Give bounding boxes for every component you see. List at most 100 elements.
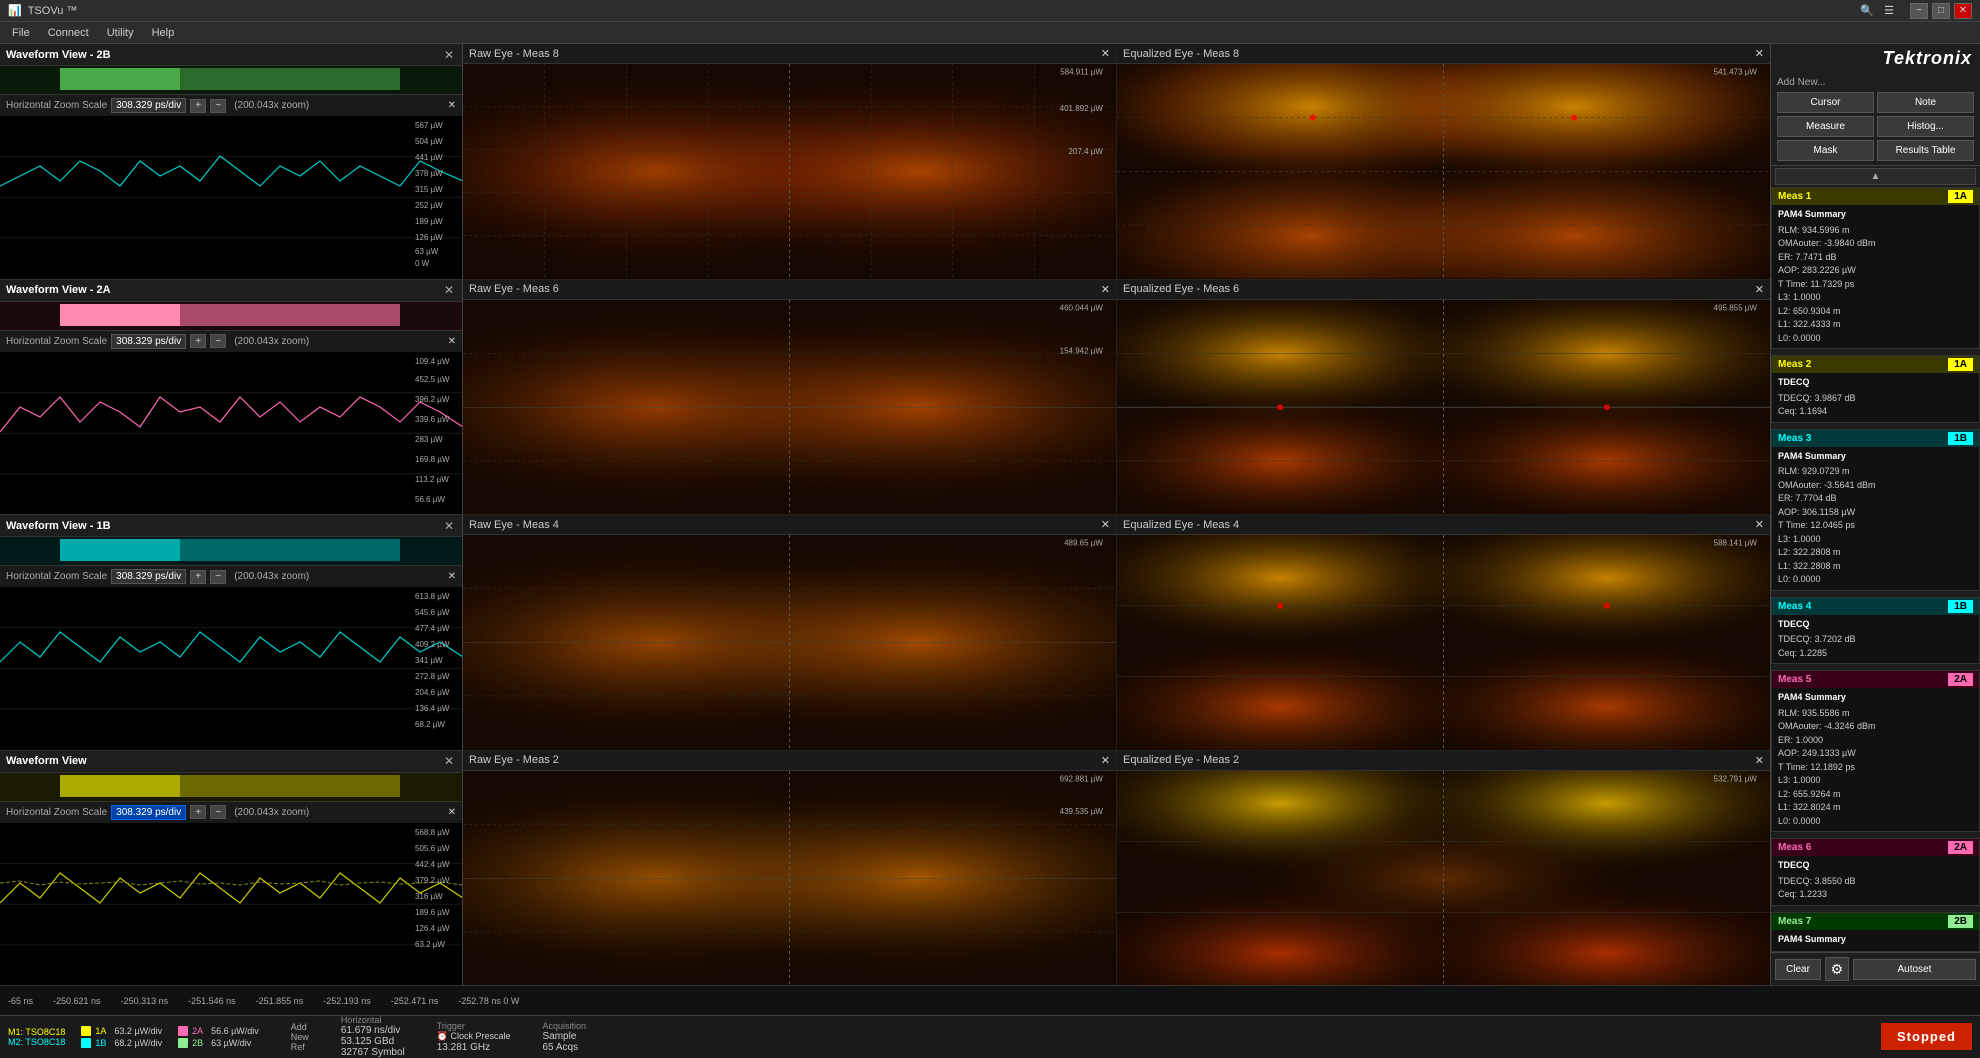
channel-1a-dot	[81, 1026, 91, 1036]
channel-2a-info: 2A 56.6 µW/div	[178, 1026, 259, 1036]
channel-1a-label: 1A	[95, 1026, 106, 1036]
meas-3-header[interactable]: Meas 3 1B	[1772, 430, 1979, 447]
meas-2-content: TDECQ TDECQ: 3.9867 dB Ceq: 1.1694	[1772, 373, 1979, 422]
add-new-ref-sub[interactable]: New	[291, 1032, 309, 1042]
histog-button[interactable]: Histog...	[1877, 116, 1974, 137]
waveform-1b-close[interactable]: ✕	[442, 519, 456, 533]
meas-1-header[interactable]: Meas 1 1A	[1772, 188, 1979, 205]
raw-eye-meas6-canvas[interactable]: 460.044 µW 154.942 µW	[463, 300, 1116, 515]
waveform-2a-main[interactable]: 109.4 µW 452.5 µW 396.2 µW 339.6 µW 283 …	[0, 352, 462, 515]
waveform-2a-zoom-value[interactable]: 308.329 ps/div	[111, 334, 186, 349]
meas-2-header[interactable]: Meas 2 1A	[1772, 356, 1979, 373]
add-new-ref-label[interactable]: Add	[291, 1022, 309, 1032]
collapse-button[interactable]: ▲	[1775, 168, 1976, 185]
raw-eye-meas2-close[interactable]: ✕	[1101, 754, 1110, 767]
waveform-2b-zoom-value[interactable]: 308.329 ps/div	[111, 98, 186, 113]
waveform-2a-expand[interactable]: ✕	[448, 336, 456, 347]
timeline-marker-3: -250.313 ns	[121, 996, 169, 1006]
horizontal-symbol: 32767 Symbol	[341, 1047, 405, 1058]
svg-text:378 µW: 378 µW	[415, 169, 443, 178]
waveform-1b-zoom-in[interactable]: +	[190, 570, 206, 584]
waveform-main-expand[interactable]: ✕	[448, 807, 456, 818]
clear-button[interactable]: Clear	[1775, 959, 1821, 980]
stopped-button[interactable]: Stopped	[1881, 1023, 1972, 1050]
raw-eye-meas8-canvas[interactable]: 584.911 µW 401.892 µW 207.4 µW	[463, 64, 1116, 279]
eq-eye-meas6-canvas[interactable]: 495.855 µW	[1117, 300, 1770, 515]
eq-eye-meas8-close[interactable]: ✕	[1755, 47, 1764, 60]
waveform-1b-zoom-value[interactable]: 308.329 ps/div	[111, 569, 186, 584]
eq-eye-meas2-canvas[interactable]: 532.791 µW	[1117, 771, 1770, 986]
svg-text:584.911 µW: 584.911 µW	[1060, 68, 1103, 77]
maximize-button[interactable]: □	[1932, 3, 1950, 19]
waveform-1b-expand[interactable]: ✕	[448, 571, 456, 582]
meas-6-header[interactable]: Meas 6 2A	[1772, 839, 1979, 856]
note-button[interactable]: Note	[1877, 92, 1974, 113]
menu-file[interactable]: File	[4, 25, 38, 41]
eq-eye-meas6-svg: 495.855 µW	[1117, 300, 1770, 515]
waveform-2a-zoom-out[interactable]: −	[210, 334, 226, 348]
waveform-main-zoom-out[interactable]: −	[210, 805, 226, 819]
raw-eye-meas4-canvas[interactable]: 489.65 µW	[463, 535, 1116, 750]
waveform-1b-zoom-out[interactable]: −	[210, 570, 226, 584]
waveform-2b-close[interactable]: ✕	[442, 48, 456, 62]
eq-eye-meas4-canvas[interactable]: 588.141 µW	[1117, 535, 1770, 750]
svg-text:272.8 µW: 272.8 µW	[415, 672, 450, 681]
raw-eye-meas2-canvas[interactable]: 692.881 µW 439.535 µW	[463, 771, 1116, 986]
search-icon[interactable]: 🔍	[1860, 4, 1874, 17]
meas-5-header[interactable]: Meas 5 2A	[1772, 671, 1979, 688]
waveform-main-svg: 568.8 µW 505.6 µW 442.4 µW 379.2 µW 316 …	[0, 823, 462, 986]
meas-1-omaouter: OMAouter: -3.9840 dBm	[1778, 237, 1973, 251]
eq-eye-meas8-canvas[interactable]: 541.473 µW	[1117, 64, 1770, 279]
mask-button[interactable]: Mask	[1777, 140, 1874, 161]
waveform-main-zoom-value[interactable]: 308.329 ps/div	[111, 805, 186, 820]
raw-eye-meas4-close[interactable]: ✕	[1101, 518, 1110, 531]
waveform-2b-expand[interactable]: ✕	[448, 100, 456, 111]
meas-7-label: Meas 7	[1778, 916, 1811, 927]
raw-eye-meas6-close[interactable]: ✕	[1101, 283, 1110, 296]
waveform-2a-zoom-in[interactable]: +	[190, 334, 206, 348]
meas-item-4: Meas 4 1B TDECQ TDECQ: 3.7202 dB Ceq: 1.…	[1771, 597, 1980, 665]
waveform-2a-overview-svg	[0, 302, 462, 330]
menu-icon[interactable]: ☰	[1884, 4, 1894, 17]
meas-4-header[interactable]: Meas 4 1B	[1772, 598, 1979, 615]
svg-text:207.4 µW: 207.4 µW	[1069, 147, 1104, 156]
waveform-2b-main[interactable]: 567 µW 504 µW 441 µW 378 µW 315 µW 252 µ…	[0, 116, 462, 279]
acquisition-label: Acquisition	[542, 1021, 586, 1031]
results-table-button[interactable]: Results Table	[1877, 140, 1974, 161]
svg-text:204.6 µW: 204.6 µW	[415, 688, 450, 697]
waveform-main-zoom-in[interactable]: +	[190, 805, 206, 819]
svg-text:113.2 µW: 113.2 µW	[415, 475, 449, 484]
svg-text:283 µW: 283 µW	[415, 435, 443, 444]
measure-button[interactable]: Measure	[1777, 116, 1874, 137]
waveform-2b-zoom-in[interactable]: +	[190, 99, 206, 113]
raw-eye-meas8: Raw Eye - Meas 8 ✕	[463, 44, 1117, 279]
menu-help[interactable]: Help	[144, 25, 183, 41]
minimize-button[interactable]: −	[1910, 3, 1928, 19]
channel-1a-info: 1A 63.2 µW/div	[81, 1026, 162, 1036]
raw-eye-meas8-close[interactable]: ✕	[1101, 47, 1110, 60]
measurements-list[interactable]: Meas 1 1A PAM4 Summary RLM: 934.5996 m O…	[1771, 187, 1980, 952]
svg-text:341 µW: 341 µW	[415, 656, 443, 665]
waveform-main-close[interactable]: ✕	[442, 754, 456, 768]
close-button[interactable]: ✕	[1954, 3, 1972, 19]
timeline-marker-8: -252.78 ns 0 W	[458, 996, 519, 1006]
cursor-button[interactable]: Cursor	[1777, 92, 1874, 113]
waveform-1b-main[interactable]: 613.8 µW 545.6 µW 477.4 µW 409.2 µW 341 …	[0, 587, 462, 750]
eq-eye-meas2-close[interactable]: ✕	[1755, 754, 1764, 767]
eq-eye-meas6-close[interactable]: ✕	[1755, 283, 1764, 296]
waveform-main-area[interactable]: 568.8 µW 505.6 µW 442.4 µW 379.2 µW 316 …	[0, 823, 462, 986]
menu-connect[interactable]: Connect	[40, 25, 97, 41]
raw-eye-meas6: Raw Eye - Meas 6 ✕	[463, 280, 1117, 515]
waveform-2a-close[interactable]: ✕	[442, 283, 456, 297]
settings-button[interactable]: ⚙	[1825, 957, 1849, 981]
menu-utility[interactable]: Utility	[99, 25, 142, 41]
add-new-ref-sub2[interactable]: Ref	[291, 1042, 309, 1052]
waveform-2b-zoom-out[interactable]: −	[210, 99, 226, 113]
channel-1b-dot	[81, 1038, 91, 1048]
eq-eye-meas4-close[interactable]: ✕	[1755, 518, 1764, 531]
autoset-button[interactable]: Autoset	[1853, 959, 1976, 980]
meas-7-header[interactable]: Meas 7 2B	[1772, 913, 1979, 930]
meas-1-l0: L0: 0.0000	[1778, 332, 1973, 346]
timeline-marker-7: -252.471 ns	[391, 996, 439, 1006]
svg-text:489.65 µW: 489.65 µW	[1064, 539, 1103, 548]
